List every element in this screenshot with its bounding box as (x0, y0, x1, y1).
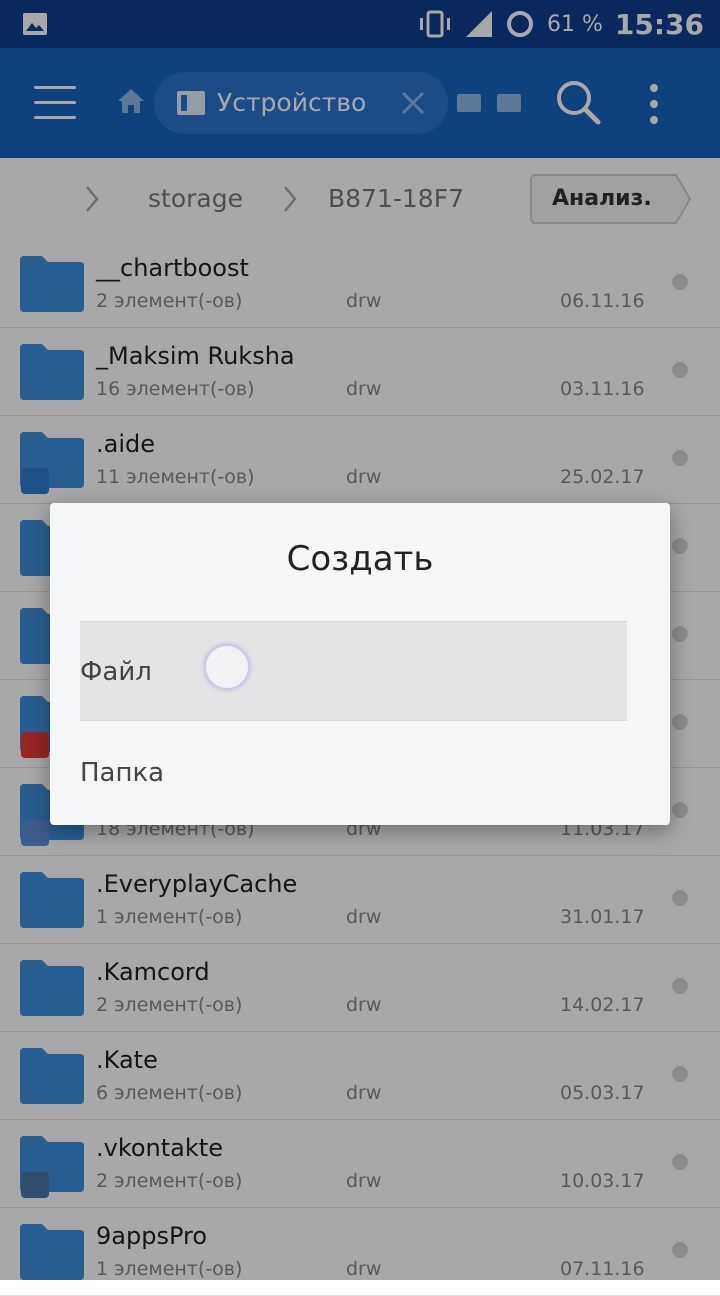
create-dialog: Создать Файл Папка (50, 503, 670, 825)
create-folder-label: Папка (80, 758, 165, 788)
touch-ripple (204, 644, 250, 690)
create-file-label: Файл (80, 657, 152, 687)
create-file-option[interactable]: Файл (80, 621, 627, 721)
create-folder-option[interactable]: Папка (80, 723, 627, 823)
dialog-title: Создать (286, 539, 434, 579)
